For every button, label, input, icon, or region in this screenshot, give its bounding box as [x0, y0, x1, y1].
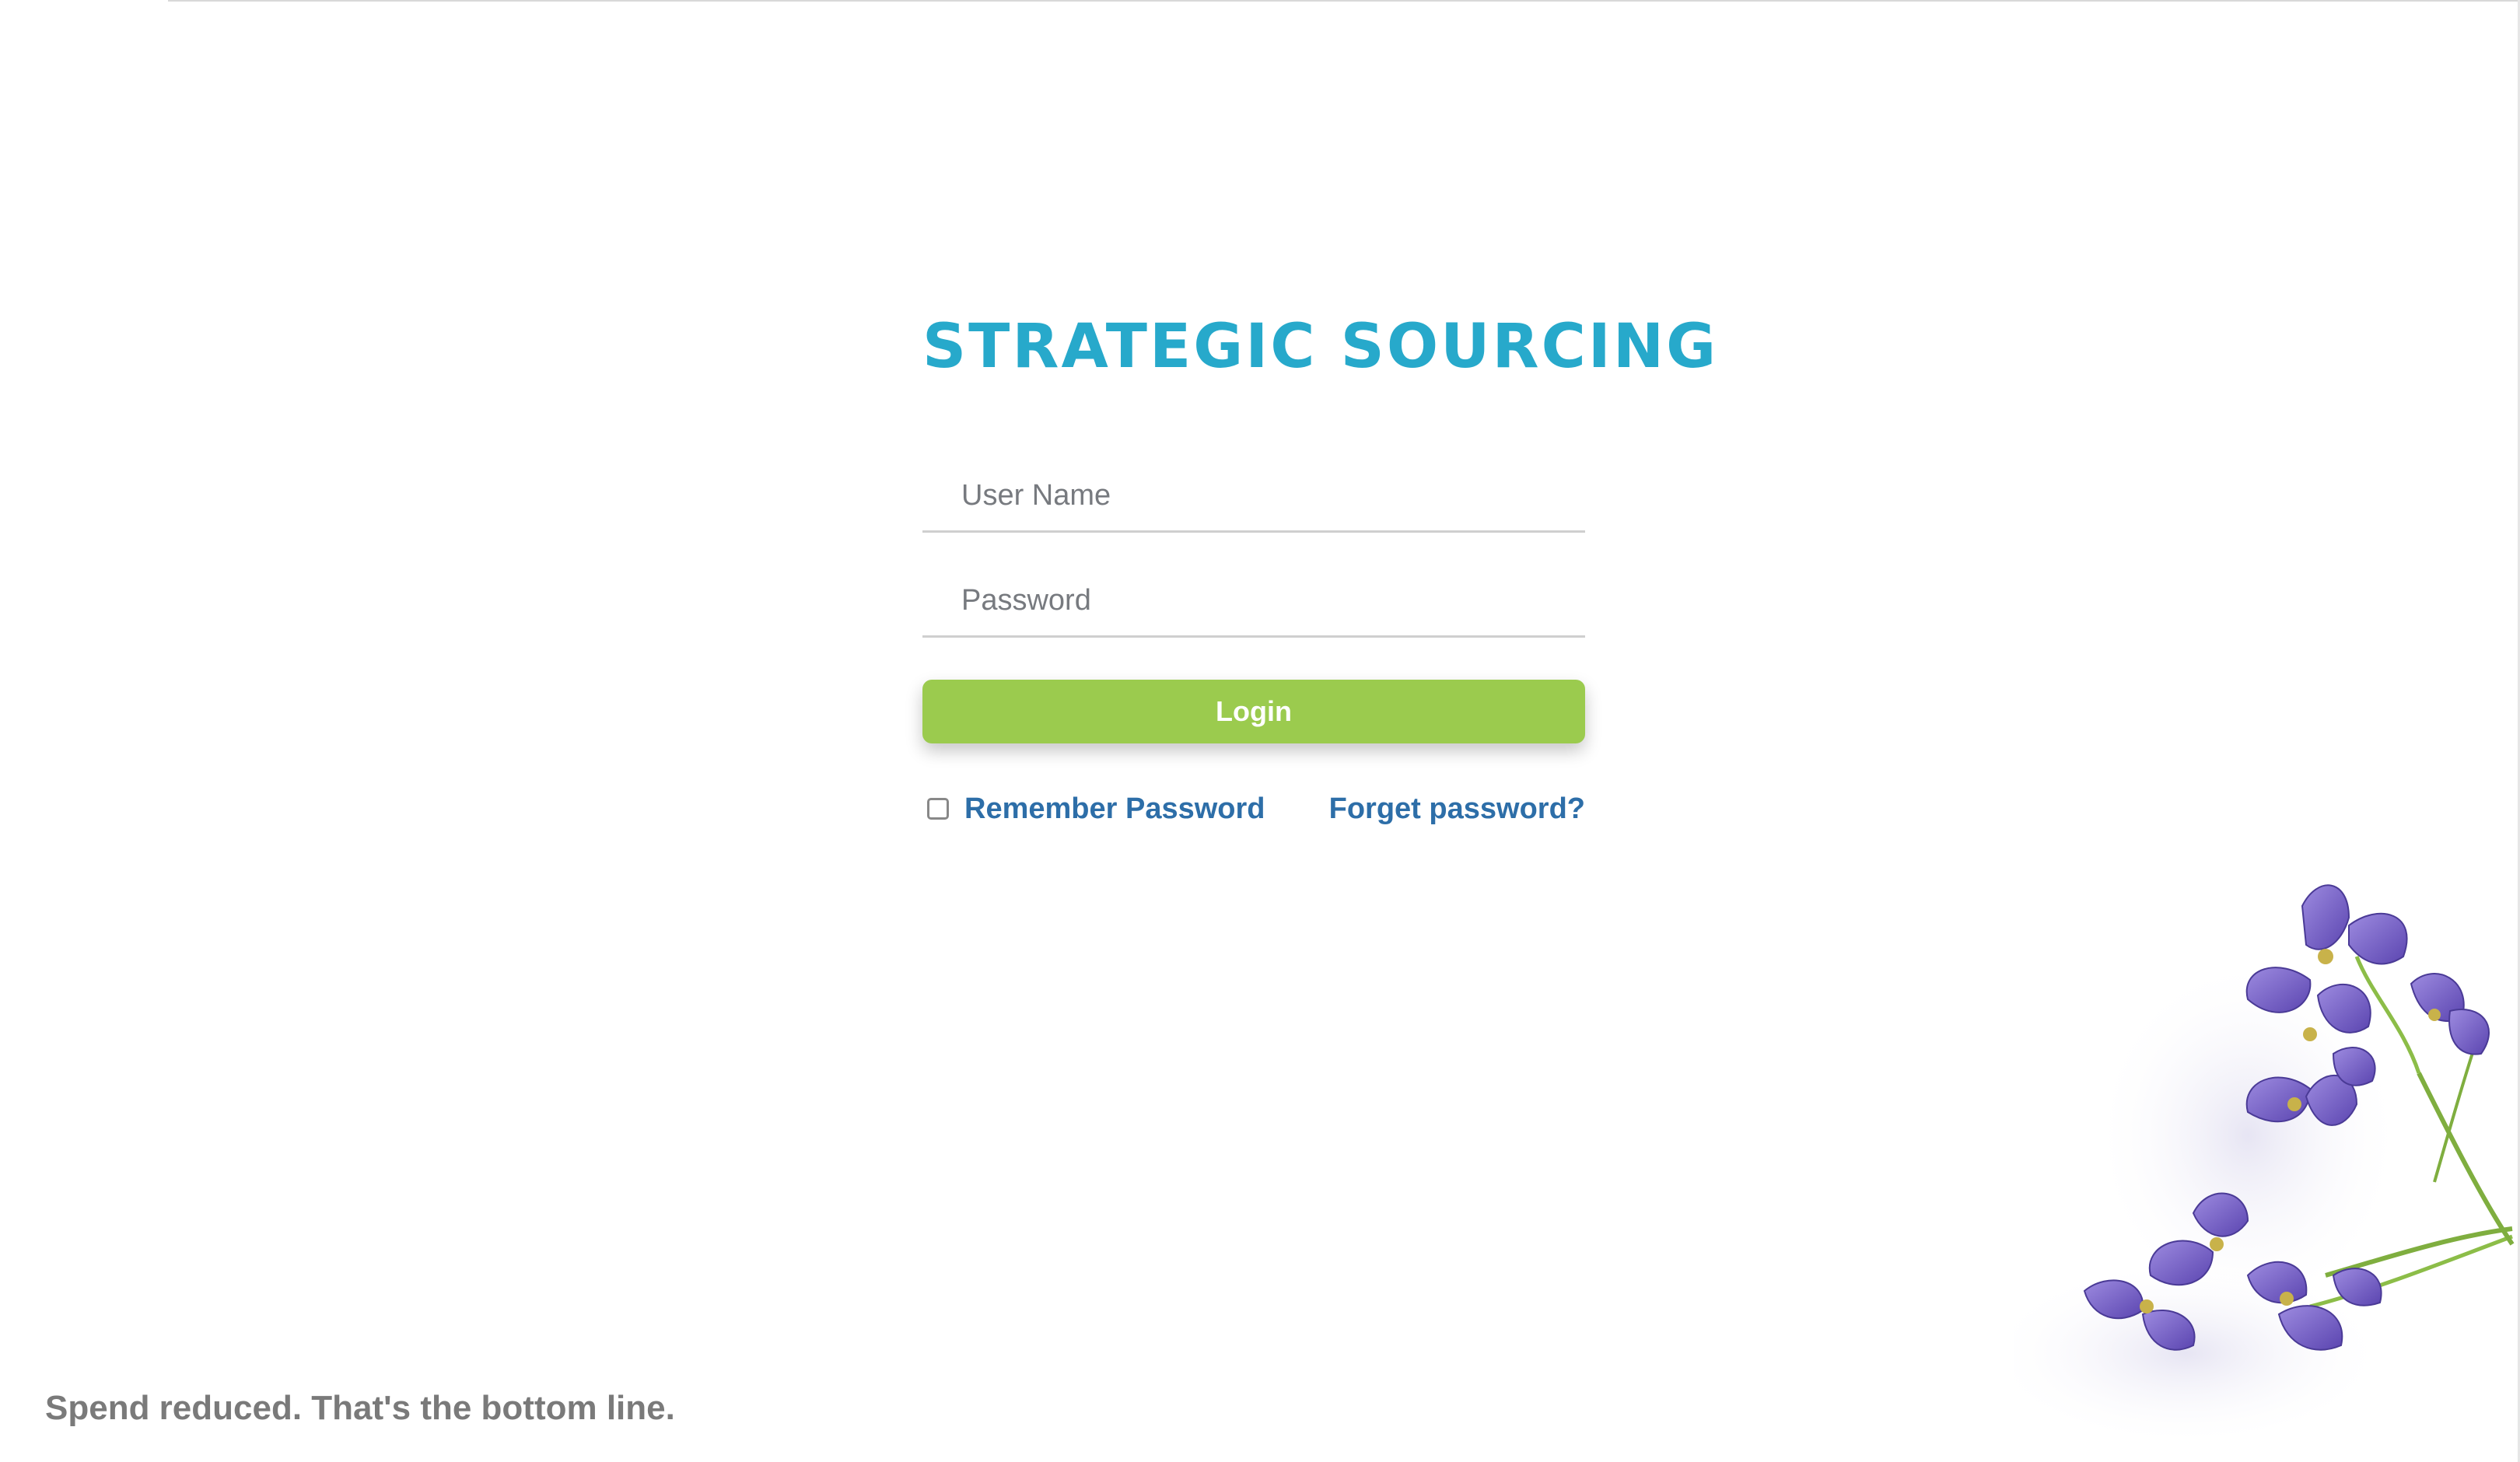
- login-panel: STRATEGIC SOURCING Login Remember Passwo…: [922, 311, 1719, 832]
- iris-flowers-image: [2014, 884, 2515, 1446]
- remember-password-checkbox[interactable]: [927, 798, 949, 820]
- top-border: [168, 0, 2520, 2]
- login-button[interactable]: Login: [922, 680, 1585, 743]
- username-field-wrapper: [922, 460, 1585, 533]
- footer-tagline: Spend reduced. That's the bottom line.: [45, 1389, 675, 1427]
- brand-title: STRATEGIC SOURCING: [922, 312, 1719, 382]
- username-input[interactable]: [922, 460, 1585, 530]
- remember-password[interactable]: Remember Password: [922, 792, 1265, 826]
- password-input[interactable]: [922, 565, 1585, 635]
- login-options: Remember Password Forget password?: [922, 785, 1585, 832]
- forgot-password-link[interactable]: Forget password?: [1329, 792, 1585, 826]
- login-page: STRATEGIC SOURCING Login Remember Passwo…: [0, 0, 2520, 1462]
- remember-password-label[interactable]: Remember Password: [964, 792, 1265, 826]
- password-field-wrapper: [922, 565, 1585, 638]
